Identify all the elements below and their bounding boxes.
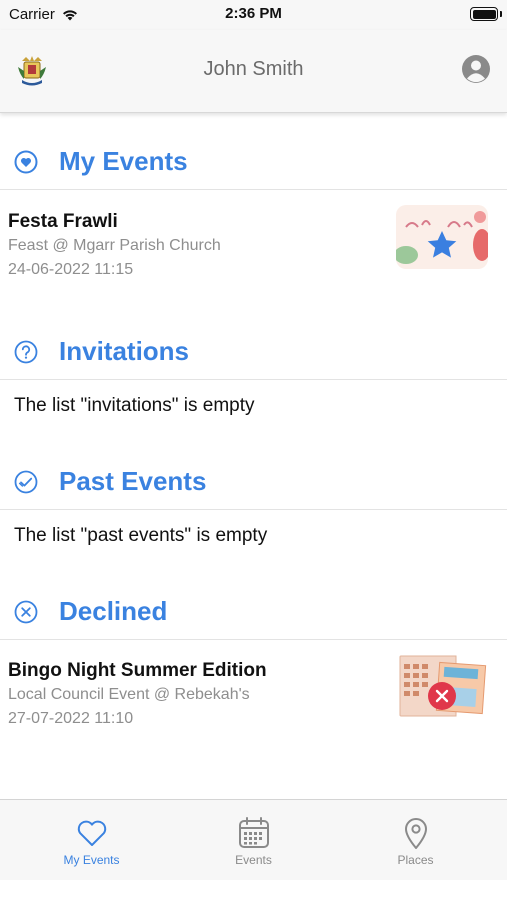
status-time: 2:36 PM: [225, 5, 282, 22]
section-past-events: Past Events: [0, 460, 507, 510]
home-indicator-area: [0, 880, 507, 900]
tab-label: Events: [235, 853, 272, 867]
tab-label: Places: [397, 853, 434, 867]
event-date: 27-07-2022 11:10: [8, 710, 134, 727]
heart-icon: [77, 820, 106, 846]
tab-my-events[interactable]: My Events: [7, 800, 176, 881]
heart-circle-icon: [14, 150, 38, 174]
tab-events[interactable]: Events: [169, 800, 338, 881]
tab-label: My Events: [63, 853, 120, 867]
section-title-invitations: Invitations: [59, 336, 190, 366]
nav-header: John Smith: [0, 30, 507, 113]
event-location: Feast @ Mgarr Parish Church: [8, 237, 221, 254]
battery-icon: [470, 7, 498, 21]
check-circle-icon: [14, 470, 38, 494]
x-badge-icon: [428, 682, 456, 710]
event-thumbnail: [396, 205, 488, 269]
section-title-past-events: Past Events: [59, 466, 207, 496]
event-name: Festa Frawli: [8, 211, 118, 232]
status-bar: Carrier 2:36 PM: [0, 0, 507, 30]
event-thumbnail: [396, 654, 488, 718]
invitations-empty-message: The list "invitations" is empty: [14, 395, 255, 416]
x-circle-icon: [14, 600, 38, 624]
calendar-icon: [238, 817, 269, 848]
section-invitations: Invitations: [0, 330, 507, 380]
section-my-events: My Events: [0, 140, 507, 190]
section-declined: Declined: [0, 590, 507, 640]
tab-places[interactable]: Places: [331, 800, 500, 881]
past-events-empty-message: The list "past events" is empty: [14, 525, 268, 546]
question-circle-icon: [14, 340, 38, 364]
section-title-my-events: My Events: [59, 146, 188, 176]
battery-tip: [500, 11, 502, 17]
tab-bar: My Events Events Places: [0, 799, 507, 880]
page-title: John Smith: [203, 58, 304, 80]
event-date: 24-06-2022 11:15: [8, 261, 134, 278]
event-name: Bingo Night Summer Edition: [8, 660, 267, 681]
location-pin-icon: [404, 818, 427, 849]
event-row-bingo-night[interactable]: Bingo Night Summer Edition Local Council…: [0, 654, 507, 750]
user-circle-icon[interactable]: [461, 54, 491, 84]
event-row-festa-frawli[interactable]: Festa Frawli Feast @ Mgarr Parish Church…: [0, 205, 507, 301]
section-title-declined: Declined: [59, 596, 168, 626]
event-location: Local Council Event @ Rebekah's: [8, 686, 250, 703]
